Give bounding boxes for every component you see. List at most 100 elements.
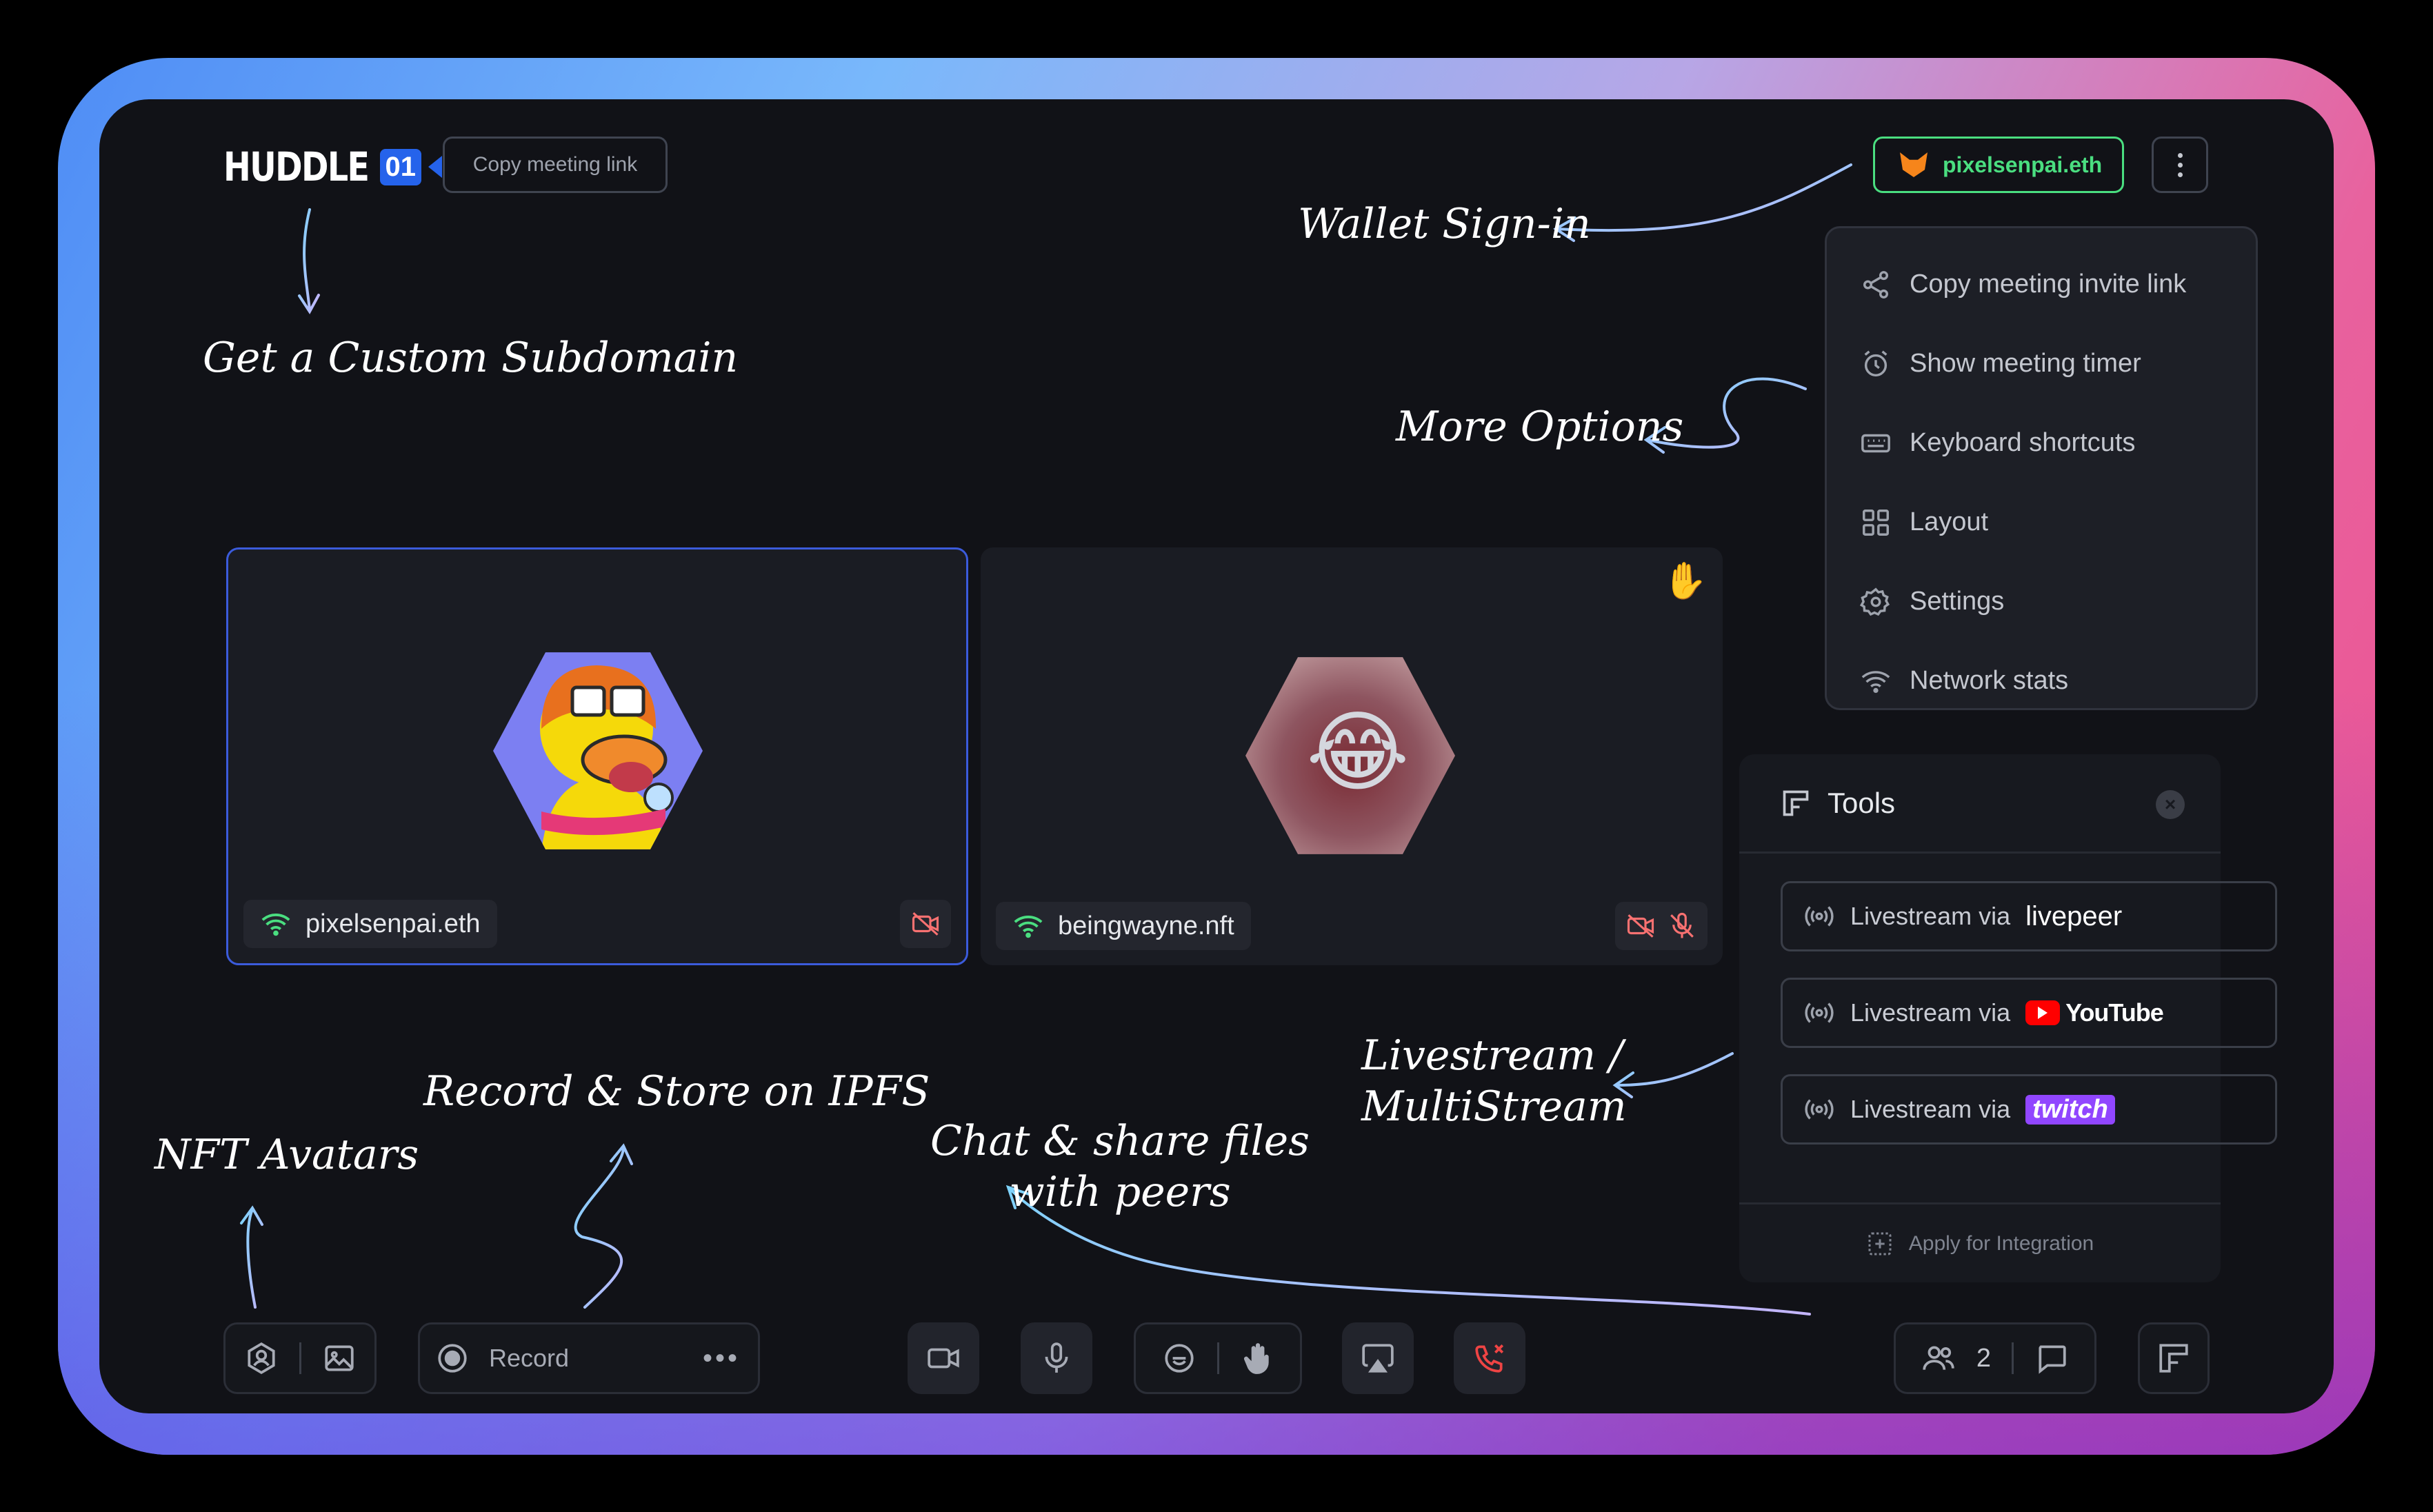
nft-arrow — [240, 1205, 263, 1309]
reactions-controls — [1134, 1322, 1302, 1394]
close-icon[interactable]: × — [2156, 790, 2185, 819]
camera-off-icon — [912, 912, 939, 936]
menu-item-label: Network stats — [1910, 666, 2069, 695]
menu-item-copy-invite[interactable]: Copy meeting invite link — [1827, 245, 2256, 324]
camera-off-icon — [1627, 914, 1654, 938]
annotation-livestream-line2: MultiStream — [1361, 1082, 1627, 1131]
end-call-button[interactable] — [1454, 1322, 1525, 1394]
youtube-play-icon — [2025, 1000, 2061, 1025]
tools-toggle-button[interactable] — [2138, 1322, 2210, 1394]
mic-toggle-button[interactable] — [1021, 1322, 1092, 1394]
youtube-logo: YouTube — [2025, 998, 2164, 1027]
participant-name: pixelsenpai.eth — [306, 909, 481, 938]
participant-name: beingwayne.nft — [1058, 911, 1234, 940]
menu-item-label: Show meeting timer — [1910, 349, 2141, 378]
annotation-record: Record & Store on IPFS — [423, 1067, 930, 1116]
divider — [1216, 1342, 1219, 1374]
record-icon — [438, 1344, 467, 1373]
livestream-label: Livestream via — [1850, 902, 2011, 930]
tools-title: Tools — [1828, 786, 1896, 819]
users-icon[interactable] — [1921, 1341, 1956, 1375]
dot-icon — [2177, 152, 2183, 158]
phone-hangup-icon — [1475, 1344, 1504, 1373]
participant-status-chip — [900, 900, 951, 948]
annotation-wallet: Wallet Sign-in — [1298, 200, 1591, 248]
annotation-chat-line2: with peers — [1009, 1168, 1231, 1216]
copy-meeting-link-button[interactable]: Copy meeting link — [443, 137, 668, 193]
livestream-twitch-button[interactable]: Livestream via twitch — [1781, 1074, 2277, 1145]
video-camera-icon — [928, 1348, 959, 1369]
nft-avatar-icon[interactable] — [244, 1341, 279, 1375]
wallet-arrow — [1553, 163, 1852, 242]
annotation-livestream-line1: Livestream / — [1361, 1031, 1623, 1080]
chat-bubble-icon[interactable] — [2034, 1341, 2069, 1375]
peer-count: 2 — [1976, 1343, 1992, 1373]
twitch-logo: twitch — [2025, 1094, 2115, 1125]
gear-icon — [1860, 587, 1890, 616]
youtube-wordmark: YouTube — [2065, 998, 2164, 1027]
camera-toggle-button[interactable] — [908, 1322, 979, 1394]
menu-item-layout[interactable]: Layout — [1827, 483, 2256, 562]
apply-integration-button[interactable]: Apply for Integration — [1739, 1202, 2221, 1282]
annotation-more-options: More Options — [1396, 403, 1684, 451]
participant-tile-beingwayne[interactable]: ✋ 😂 beingwayne.nft — [981, 547, 1723, 965]
raise-hand-icon[interactable] — [1240, 1341, 1274, 1375]
tools-icon — [2159, 1344, 2188, 1373]
emoji-icon[interactable] — [1162, 1341, 1197, 1375]
wallet-address: pixelsenpai.eth — [1943, 152, 2103, 177]
menu-item-label: Copy meeting invite link — [1910, 270, 2187, 299]
menu-item-network-stats[interactable]: Network stats — [1827, 641, 2256, 720]
broadcast-icon — [1805, 906, 1834, 927]
menu-item-meeting-timer[interactable]: Show meeting timer — [1827, 324, 2256, 403]
apply-label: Apply for Integration — [1908, 1231, 2094, 1255]
huddle01-logo: HUDDLE 01 — [223, 143, 443, 190]
participant-tile-pixelsenpai[interactable]: pixelsenpai.eth — [226, 547, 968, 965]
livestream-label: Livestream via — [1850, 1095, 2011, 1123]
menu-item-settings[interactable]: Settings — [1827, 562, 2256, 641]
menu-item-label: Layout — [1910, 507, 1989, 536]
menu-item-label: Settings — [1910, 587, 2005, 616]
wallet-button[interactable]: pixelsenpai.eth — [1873, 137, 2124, 193]
image-icon[interactable] — [322, 1341, 357, 1375]
annotation-livestream: Livestream / MultiStream — [1361, 1030, 1627, 1132]
annotation-subdomain: Get a Custom Subdomain — [203, 334, 739, 382]
livestream-youtube-button[interactable]: Livestream via YouTube — [1781, 978, 2277, 1048]
divider — [2012, 1342, 2014, 1374]
livestream-label: Livestream via — [1850, 998, 2011, 1027]
participants-chat-controls: 2 — [1894, 1322, 2096, 1394]
microphone-icon — [1045, 1342, 1068, 1373]
broadcast-icon — [1805, 1099, 1834, 1120]
more-options-button[interactable] — [2152, 137, 2208, 193]
share-icon — [1863, 270, 1889, 299]
annotation-nft: NFT Avatars — [154, 1131, 419, 1179]
wifi-icon — [261, 914, 290, 936]
participant-status-chip — [1615, 902, 1708, 950]
camera-glyph-icon — [428, 156, 443, 178]
logo-badge: 01 — [379, 148, 422, 185]
divider — [299, 1342, 301, 1374]
screen-share-button[interactable] — [1342, 1322, 1414, 1394]
dot-icon — [2177, 172, 2183, 177]
alarm-clock-icon — [1864, 350, 1888, 376]
logo-wordmark: HUDDLE — [223, 143, 370, 190]
tools-panel: Tools × Livestream via livepeer Livestre… — [1739, 754, 2277, 1282]
record-button[interactable]: Record ••• — [418, 1322, 760, 1394]
dot-icon — [2177, 162, 2183, 168]
nft-avatar — [493, 652, 703, 849]
menu-item-keyboard-shortcuts[interactable]: Keyboard shortcuts — [1827, 403, 2256, 483]
duck-avatar-icon — [540, 665, 674, 849]
record-more-icon[interactable]: ••• — [703, 1343, 740, 1374]
laughing-emoji-reaction: 😂 — [1306, 703, 1410, 802]
livestream-arrow — [1612, 1052, 1734, 1098]
livestream-livepeer-button[interactable]: Livestream via livepeer — [1781, 881, 2277, 951]
wifi-icon — [1861, 670, 1890, 693]
meeting-screen: HUDDLE 01 Copy meeting link pixelsenpai.… — [99, 99, 2334, 1413]
menu-item-label: Keyboard shortcuts — [1910, 428, 2136, 457]
broadcast-icon — [1805, 1002, 1834, 1023]
participant-name-chip: beingwayne.nft — [996, 902, 1251, 950]
more-options-menu: Copy meeting invite link Show meeting ti… — [1825, 226, 2258, 710]
livepeer-logo: livepeer — [2025, 900, 2123, 931]
raised-hand-icon: ✋ — [1663, 561, 1708, 601]
layout-grid-icon — [1863, 509, 1889, 536]
tools-icon — [1783, 790, 1809, 816]
